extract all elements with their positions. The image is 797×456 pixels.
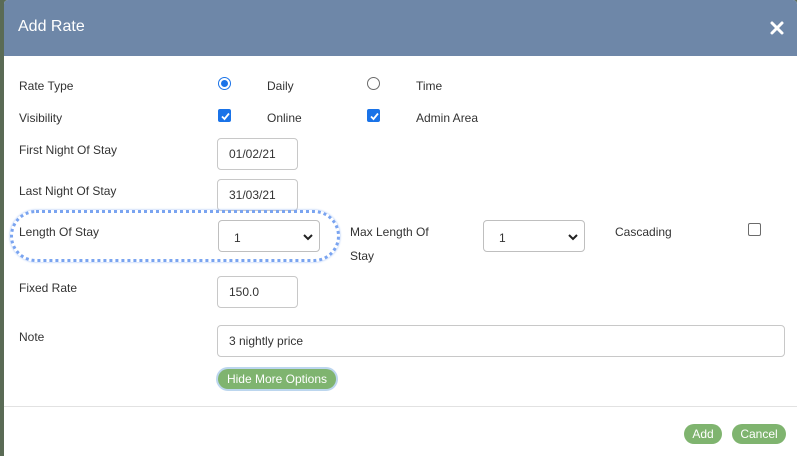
visibility-online-label: Online [267,111,302,125]
hide-more-options-button[interactable]: Hide More Options [218,369,336,389]
visibility-admin-area-label: Admin Area [416,111,479,125]
last-night-label: Last Night Of Stay [19,184,117,198]
fixed-rate-input[interactable] [217,276,298,308]
check-icon [221,112,230,121]
cascading-label: Cascading [615,225,672,239]
length-of-stay-select[interactable]: 1 [218,220,320,252]
add-button[interactable]: Add [684,424,722,444]
dialog-title: Add Rate [18,18,85,35]
first-night-input[interactable] [217,138,298,170]
max-length-of-stay-select[interactable]: 1 [483,220,585,252]
rate-type-time-radio[interactable] [367,77,380,90]
rate-type-daily-label: Daily [267,79,294,93]
add-rate-dialog: Add Rate Rate Type Daily Time Visibility… [4,0,797,456]
close-button[interactable] [766,17,788,39]
cancel-button[interactable]: Cancel [732,424,786,444]
chevron-down-icon [568,234,578,241]
cascading-checkbox[interactable] [748,223,761,236]
rate-type-daily-radio[interactable] [218,77,231,90]
chevron-down-icon [303,234,313,241]
max-length-of-stay-label-line1: Max Length Of [350,225,429,239]
length-of-stay-label: Length Of Stay [19,225,100,239]
rate-type-time-label: Time [416,79,443,93]
note-label: Note [19,330,45,344]
first-night-label: First Night Of Stay [19,143,118,157]
fixed-rate-label: Fixed Rate [19,281,78,295]
dialog-header: Add Rate [4,0,797,56]
last-night-input[interactable] [217,179,298,211]
visibility-label: Visibility [19,111,63,125]
check-icon [370,112,379,121]
visibility-online-checkbox[interactable] [218,109,231,122]
note-input[interactable] [217,325,785,357]
footer-divider [4,406,797,407]
visibility-admin-area-checkbox[interactable] [367,109,380,122]
length-of-stay-value: 1 [234,231,241,245]
close-icon [770,21,784,35]
max-length-of-stay-value: 1 [499,231,506,245]
max-length-of-stay-label-line2: Stay [350,249,375,263]
rate-type-label: Rate Type [19,79,74,93]
